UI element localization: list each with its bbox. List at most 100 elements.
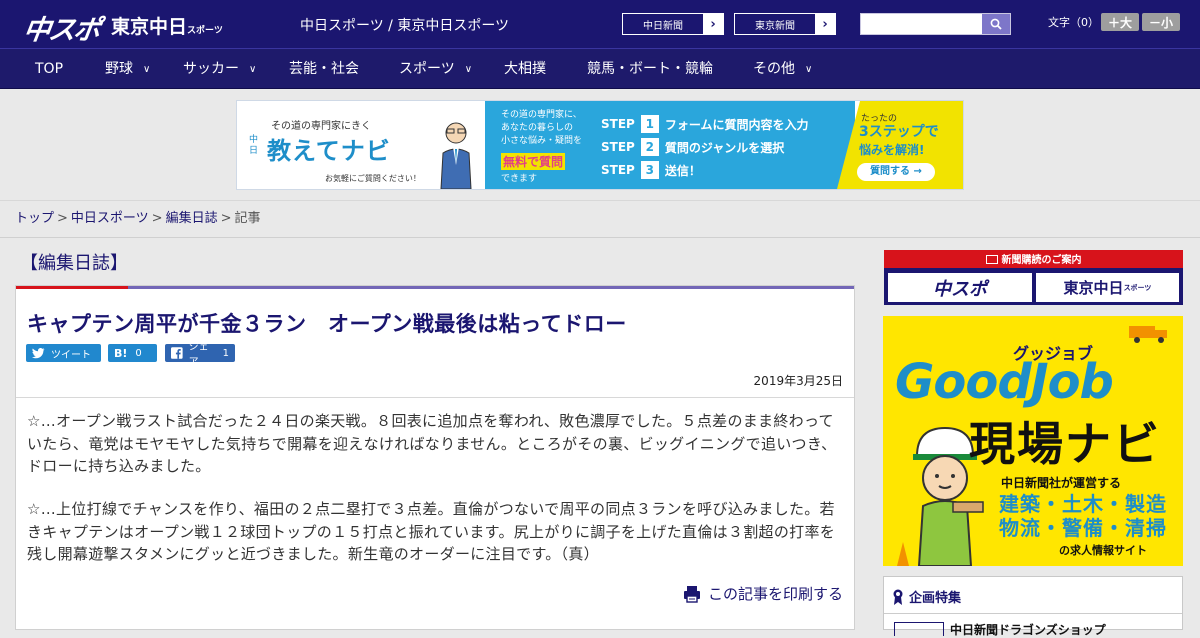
feature-title: 企画特集 xyxy=(909,591,962,606)
nav-item-label: 競馬・ボート・競輪 xyxy=(587,61,713,77)
feature-heading: 企画特集 xyxy=(892,587,961,606)
nav-item-label: スポーツ xyxy=(399,61,455,77)
step-text: フォームに質問内容を入力 xyxy=(664,117,809,132)
article-title: キャプテン周平が千金３ラン オープン戦最後は粘ってドロー xyxy=(27,312,627,336)
nav-item-label: 大相撲 xyxy=(504,61,546,77)
tokyo-chunichi-logo[interactable]: 東京中日スポーツ xyxy=(111,12,223,39)
goodjob-jobs-line: 建築・土木・製造 xyxy=(999,492,1167,516)
banner-step-2: STEP 2 質問のジャンルを選択 xyxy=(601,138,784,156)
print-label: この記事を印刷する xyxy=(707,585,843,603)
banner-chunichi-mark: 中日 xyxy=(249,135,259,156)
search-button[interactable] xyxy=(982,14,1010,34)
banner-right-mid: 悩みを解消! xyxy=(859,143,925,157)
nav-item-entertainment[interactable]: 芸能・社会 xyxy=(289,49,359,89)
tokyo-shimbun-link[interactable]: 東京新聞 › xyxy=(734,13,836,35)
nav-item-label: サッカー xyxy=(183,61,239,77)
font-size-label: 文字（0） xyxy=(1048,16,1099,29)
step-number: 1 xyxy=(640,115,659,133)
share-count: 1 xyxy=(222,347,229,359)
nav-item-top[interactable]: TOP xyxy=(35,49,63,89)
oshiete-navi-banner[interactable]: その道の専門家にきく 中日 教えてナビ お気軽にご質問ください！ その道の専門家… xyxy=(236,100,964,190)
banner-desc-line: あなたの暮らしの xyxy=(501,123,574,133)
article-paragraph: ☆…上位打線でチャンスを作り、福田の２点二塁打で３点差。直倫がつないで周平の同点… xyxy=(27,500,836,563)
subscribe-chuspo-button[interactable]: 中スポ xyxy=(888,273,1032,302)
advisor-illustration xyxy=(440,122,472,189)
goodjob-jobs: 建築・土木・製造 物流・警備・清掃 xyxy=(999,492,1167,540)
site-tagline[interactable]: 中日スポーツ / 東京中日スポーツ xyxy=(300,15,509,35)
banner-ask-button[interactable]: 質問する → xyxy=(857,163,935,181)
nav-item-baseball[interactable]: 野球 ∨ xyxy=(105,49,150,89)
breadcrumb-separator: > xyxy=(151,211,163,226)
facebook-icon xyxy=(171,347,183,359)
nav-item-other[interactable]: その他 ∨ xyxy=(753,49,812,89)
tokyo-chunichi-logo-small: スポーツ xyxy=(187,26,223,36)
subscribe-tokyo-chunichi-button[interactable]: 東京中日 スポーツ xyxy=(1036,273,1179,302)
search-icon xyxy=(990,18,1002,30)
print-article-link[interactable]: この記事を印刷する xyxy=(683,583,843,604)
hatena-icon: B! xyxy=(114,346,128,360)
nav-item-sumo[interactable]: 大相撲 xyxy=(504,49,546,89)
search-input[interactable] xyxy=(861,14,983,34)
step-label: STEP xyxy=(601,140,635,154)
chevron-down-icon: ∨ xyxy=(249,64,257,75)
goodjob-subtitle: 中日新聞社が運営する xyxy=(1001,476,1122,490)
nav-item-racing[interactable]: 競馬・ボート・競輪 xyxy=(587,49,713,89)
banner-free-badge: 無料で質問 xyxy=(501,153,566,170)
facebook-share-button[interactable]: シェア 1 xyxy=(165,342,235,368)
banner-description: その道の専門家に、 あなたの暮らしの 小さな悩み・疑問を xyxy=(501,109,582,148)
step-label: STEP xyxy=(601,163,635,177)
banner-desc-end: できます xyxy=(501,174,538,184)
nav-item-soccer[interactable]: サッカー ∨ xyxy=(183,49,256,89)
subscribe-tokyo-chunichi-small: スポーツ xyxy=(1123,283,1152,292)
banner-desc-line: 小さな悩み・疑問を xyxy=(501,136,583,146)
font-smaller-button[interactable]: －小 xyxy=(1142,13,1180,31)
search-box xyxy=(860,13,1011,35)
article-date: 2019年3月25日 xyxy=(753,374,843,388)
goodjob-footer: の求人情報サイト xyxy=(1059,544,1147,557)
subscription-title-text: 新聞購読のご案内 xyxy=(1001,255,1082,266)
truck-icon xyxy=(1129,326,1167,343)
chuspo-logo[interactable]: 中スポ xyxy=(21,8,101,47)
article-divider xyxy=(16,397,854,398)
step-text: 送信！ xyxy=(664,163,701,178)
step-number: 2 xyxy=(640,138,659,156)
font-bigger-button[interactable]: ＋大 xyxy=(1101,13,1139,31)
banner-tagline: その道の専門家にきく xyxy=(271,121,371,132)
breadcrumb-chuspo[interactable]: 中日スポーツ xyxy=(71,211,149,226)
feature-thumbnail[interactable] xyxy=(894,622,944,636)
share-label: シェア xyxy=(188,342,209,368)
banner-step-1: STEP 1 フォームに質問内容を入力 xyxy=(601,115,808,133)
nav-item-label: 野球 xyxy=(105,61,133,77)
chevron-down-icon: ∨ xyxy=(805,64,813,75)
twitter-icon xyxy=(32,347,45,358)
section-title: 【編集日誌】 xyxy=(20,253,128,274)
banner-title: 教えてナビ xyxy=(267,137,391,165)
goodjob-navi-ad[interactable]: グッジョブ GoodJob 現場ナビ 中日新聞社が運営する 建築・土木・製造 物… xyxy=(883,316,1183,566)
banner-desc-line: その道の専門家に、 xyxy=(501,110,582,120)
chevron-right-icon: › xyxy=(815,14,835,34)
main-nav: TOP 野球 ∨ サッカー ∨ 芸能・社会 スポーツ ∨ 大相撲 競馬・ボート・競輪 … xyxy=(0,48,1200,89)
hatena-bookmark-button[interactable]: B! 0 xyxy=(108,344,157,362)
breadcrumb-separator: > xyxy=(220,211,232,226)
chunichi-shimbun-link[interactable]: 中日新聞 › xyxy=(622,13,724,35)
goodjob-jobs-line: 物流・警備・清掃 xyxy=(999,516,1167,540)
tweet-button[interactable]: ツイート xyxy=(26,344,101,362)
nav-item-sports[interactable]: スポーツ ∨ xyxy=(399,49,472,89)
article-paragraph: ☆…オープン戦ラスト試合だった２４日の楽天戦。８回表に追加点を奪われ、敗色濃厚で… xyxy=(27,412,837,475)
chunichi-shimbun-label: 中日新聞 xyxy=(643,20,683,32)
subscription-title: 新聞購読のご案内 xyxy=(884,251,1183,266)
banner-note: お気軽にご質問ください！ xyxy=(325,174,421,183)
goodjob-title: 現場ナビ xyxy=(969,417,1161,471)
breadcrumb-editorial[interactable]: 編集日誌 xyxy=(166,211,218,226)
breadcrumb-top[interactable]: トップ xyxy=(15,211,54,226)
nav-item-label: 芸能・社会 xyxy=(289,61,359,77)
printer-icon xyxy=(683,585,700,603)
goodjob-logo: GoodJob xyxy=(895,354,1114,410)
ribbon-icon xyxy=(893,589,903,605)
article-topbar xyxy=(16,286,854,289)
tokyo-chunichi-logo-text: 東京中日 xyxy=(111,16,188,38)
breadcrumb-current: 記事 xyxy=(234,211,261,226)
chevron-down-icon: ∨ xyxy=(143,64,151,75)
feature-box: 企画特集 中日新聞ドラゴンズショップ xyxy=(883,576,1183,637)
site-header: 中スポ 東京中日スポーツ 中日スポーツ / 東京中日スポーツ 中日新聞 › 東京… xyxy=(0,0,1200,48)
